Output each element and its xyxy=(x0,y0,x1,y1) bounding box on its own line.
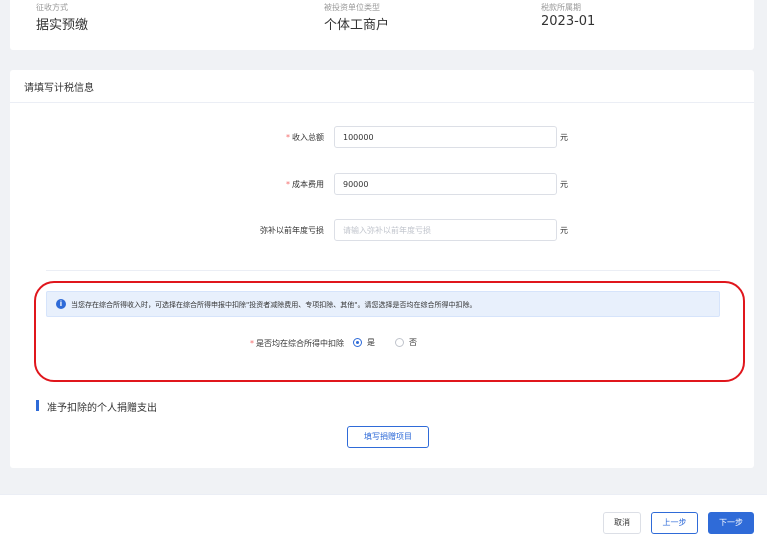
notice-text: 当您存在综合所得收入时，可选择在综合所得申报中扣除"投资者减除费用、专项扣除、其… xyxy=(71,301,477,309)
next-step-button[interactable]: 下一步 xyxy=(708,512,754,534)
deduct-question-label: * 是否均在综合所得中扣除 xyxy=(250,339,344,348)
radio-unchecked-icon[interactable] xyxy=(395,337,404,347)
radio-label-no: 否 xyxy=(409,337,417,347)
cost-expense-input[interactable] xyxy=(334,173,557,195)
section-divider xyxy=(46,270,720,271)
loss-offset-input[interactable] xyxy=(334,219,557,241)
required-mark: * xyxy=(250,339,254,348)
cancel-button[interactable]: 取消 xyxy=(603,512,641,534)
loss-offset-unit: 元 xyxy=(560,226,568,235)
previous-step-button[interactable]: 上一步 xyxy=(651,512,698,534)
tax-period-label: 税款所属期 xyxy=(541,3,581,12)
cost-expense-unit: 元 xyxy=(560,180,568,189)
card-header: 请填写计税信息 xyxy=(10,70,754,103)
radio-checked-icon[interactable] xyxy=(353,337,362,347)
collection-method-value: 据实预缴 xyxy=(36,18,89,33)
info-icon: i xyxy=(56,299,66,309)
tax-form-card: 请填写计税信息 *收入总额 元 *成本费用 元 弥补以前年度亏损 元 i 当您存… xyxy=(10,70,754,468)
cost-expense-label: * 成本费用 xyxy=(286,180,324,189)
tax-summary-card: 征收方式 据实预缴 被投资单位类型 个体工商户 税款所属期 2023-01 xyxy=(10,0,754,50)
income-total-label: * 收入总额 xyxy=(286,133,324,142)
income-total-input[interactable] xyxy=(334,126,557,148)
radio-option-yes[interactable]: 是 xyxy=(353,335,375,349)
info-notice: i 当您存在综合所得收入时，可选择在综合所得申报中扣除"投资者减除费用、专项扣除… xyxy=(46,291,720,317)
card-title: 请填写计税信息 xyxy=(24,83,94,94)
radio-label-yes: 是 xyxy=(367,337,375,347)
investee-type-label: 被投资单位类型 xyxy=(324,3,380,12)
footer-bar: 取消 上一步 下一步 xyxy=(0,494,767,537)
income-total-unit: 元 xyxy=(560,133,568,142)
investee-type-value: 个体工商户 xyxy=(324,18,390,33)
section-accent-bar xyxy=(36,400,39,411)
required-mark: * xyxy=(286,180,290,189)
loss-offset-label: 弥补以前年度亏损 xyxy=(260,226,324,235)
fill-donation-button[interactable]: 填写捐赠项目 xyxy=(347,426,429,448)
donation-section-title: 准予扣除的个人捐赠支出 xyxy=(47,403,157,414)
collection-method-label: 征收方式 xyxy=(36,3,68,12)
radio-option-no[interactable]: 否 xyxy=(395,335,417,349)
required-mark: * xyxy=(286,133,290,142)
tax-period-value: 2023-01 xyxy=(541,14,596,29)
